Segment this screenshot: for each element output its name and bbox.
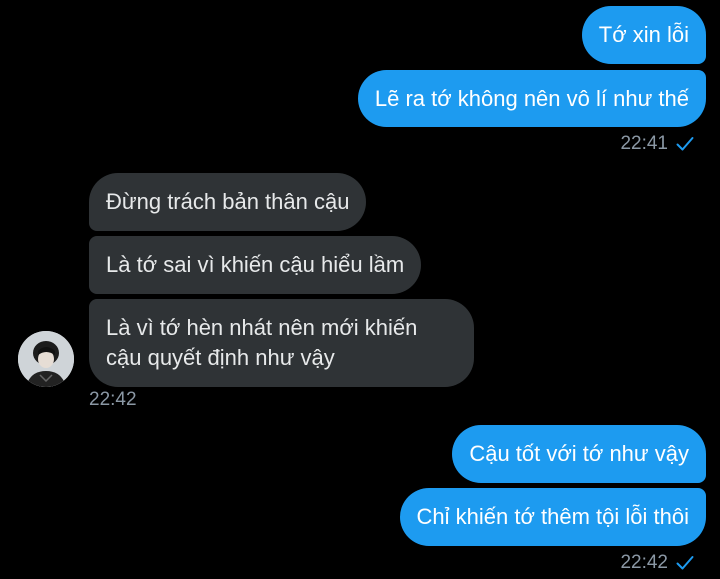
message-text: Chỉ khiến tớ thêm tội lỗi thôi <box>416 504 689 529</box>
timestamp: 22:42 <box>620 552 668 573</box>
timestamp: 22:42 <box>89 389 137 410</box>
message-text: Cậu tốt với tớ như vậy <box>469 441 689 466</box>
message-bubble-incoming[interactable]: Là vì tớ hèn nhát nên mới khiến cậu quyế… <box>89 299 474 387</box>
message-bubble-incoming[interactable]: Là tớ sai vì khiến cậu hiểu lầm <box>89 236 422 294</box>
avatar[interactable] <box>18 331 74 387</box>
message-text: Đừng trách bản thân cậu <box>106 189 350 214</box>
message-bubble-outgoing[interactable]: Cậu tốt với tớ như vậy <box>452 425 706 483</box>
message-text: Là tớ sai vì khiến cậu hiểu lầm <box>106 252 405 277</box>
message-bubble-outgoing[interactable]: Chỉ khiến tớ thêm tội lỗi thôi <box>399 488 706 546</box>
avatar-image <box>18 331 74 387</box>
message-bubble-incoming[interactable]: Đừng trách bản thân cậu <box>89 173 367 231</box>
message-timestamp-row: 22:42 <box>89 389 137 411</box>
timestamp: 22:41 <box>620 133 668 154</box>
message-timestamp-row: 22:41 <box>620 133 694 155</box>
check-icon <box>676 137 694 151</box>
message-bubble-outgoing[interactable]: Lẽ ra tớ không nên vô lí như thế <box>357 70 706 127</box>
message-timestamp-row: 22:42 <box>620 552 694 574</box>
check-icon <box>676 556 694 570</box>
message-bubble-outgoing[interactable]: Tớ xin lỗi <box>581 6 706 64</box>
message-text: Lẽ ra tớ không nên vô lí như thế <box>374 85 689 111</box>
message-text: Là vì tớ hèn nhát nên mới khiến cậu quyế… <box>106 315 418 370</box>
message-text: Tớ xin lỗi <box>598 22 689 47</box>
